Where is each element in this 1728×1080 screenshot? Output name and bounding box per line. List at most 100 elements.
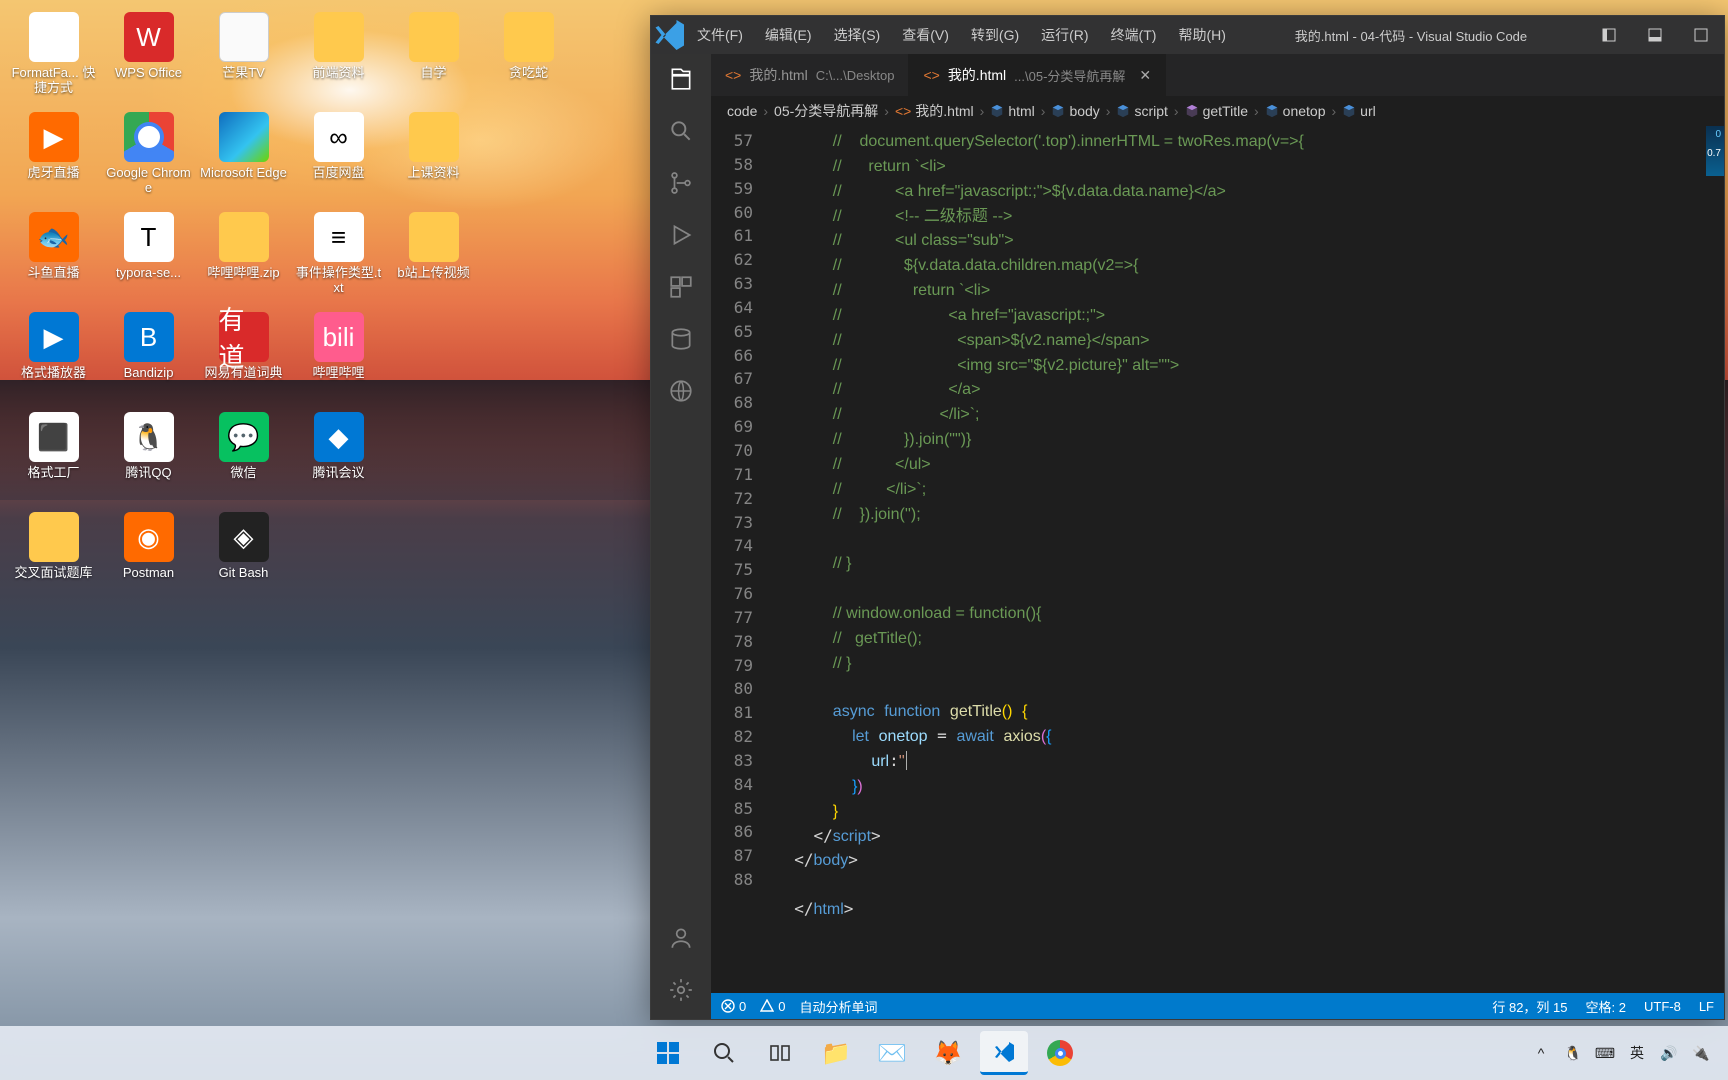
sidebar-right-icon[interactable] [1678, 16, 1724, 54]
desktop-icon[interactable]: ◆腾讯会议 [291, 408, 386, 508]
editor-tab[interactable]: <>我的.html...\05-分类导航再解✕ [909, 54, 1166, 96]
desktop-icon[interactable]: 上课资料 [386, 108, 481, 208]
taskbar-chrome-icon[interactable] [1036, 1031, 1084, 1075]
taskbar-explorer-icon[interactable]: 📁 [812, 1031, 860, 1075]
desktop-icon[interactable]: ◉Postman [101, 508, 196, 608]
app-icon: ⬛ [29, 412, 79, 462]
status-spaces[interactable]: 空格: 2 [1586, 997, 1626, 1016]
desktop-icon[interactable]: Google Chrome [101, 108, 196, 208]
close-icon[interactable]: ✕ [1139, 67, 1151, 84]
titlebar[interactable]: 文件(F)编辑(E)选择(S)查看(V)转到(G)运行(R)终端(T)帮助(H)… [651, 16, 1724, 54]
app-icon: 有道 [219, 312, 269, 362]
desktop-icon[interactable]: FormatFa... 快捷方式 [6, 8, 101, 108]
status-bar[interactable]: 0 0 自动分析单词 行 82，列 15 空格: 2 UTF-8 LF [711, 993, 1724, 1019]
search-icon[interactable] [666, 116, 696, 146]
desktop-icon[interactable]: ◈Git Bash [196, 508, 291, 608]
desktop-icon[interactable]: 前端资料 [291, 8, 386, 108]
breadcrumb[interactable]: code›05-分类导航再解›<>我的.html›html›body›scrip… [711, 96, 1724, 126]
breadcrumb-item[interactable]: html [990, 103, 1034, 119]
remote-icon[interactable] [666, 376, 696, 406]
breadcrumb-item[interactable]: script [1116, 103, 1167, 119]
system-tray[interactable]: ^ 🐧 ⌨ 英 🔊 🔌 [1532, 1044, 1728, 1062]
desktop-icon[interactable]: ▶格式播放器 [6, 308, 101, 408]
menu-item[interactable]: 编辑(E) [755, 19, 822, 51]
desktop-icon[interactable]: ⬛格式工厂 [6, 408, 101, 508]
run-debug-icon[interactable] [666, 220, 696, 250]
extensions-icon[interactable] [666, 272, 696, 302]
desktop-icon[interactable]: 哔哩哔哩.zip [196, 208, 291, 308]
desktop-icon[interactable]: 🐟斗鱼直播 [6, 208, 101, 308]
breadcrumb-item[interactable]: getTitle [1185, 103, 1248, 119]
app-icon [504, 12, 554, 62]
desktop-icon[interactable]: 芒果TV [196, 8, 291, 108]
taskbar-firefox-icon[interactable]: 🦊 [924, 1031, 972, 1075]
code-content[interactable]: // document.querySelector('.top').innerH… [775, 126, 1724, 993]
start-button[interactable] [644, 1031, 692, 1075]
desktop-icon[interactable]: bili哔哩哔哩 [291, 308, 386, 408]
breadcrumb-item[interactable]: body [1051, 103, 1099, 119]
tray-icon[interactable]: 🐧 [1564, 1044, 1582, 1062]
layout-toggle-icon[interactable] [1586, 16, 1632, 54]
database-icon[interactable] [666, 324, 696, 354]
tray-icon[interactable]: ^ [1532, 1044, 1550, 1062]
menu-item[interactable]: 选择(S) [824, 19, 891, 51]
desktop-icon[interactable]: ≡事件操作类型.txt [291, 208, 386, 308]
breadcrumb-item[interactable]: <>我的.html [895, 101, 974, 121]
taskbar-mail-icon[interactable]: ✉️ [868, 1031, 916, 1075]
desktop-icon[interactable]: ∞ 百度网盘 [291, 108, 386, 208]
status-errors[interactable]: 0 [721, 999, 746, 1014]
desktop-icon[interactable]: 贪吃蛇 [481, 8, 576, 108]
breadcrumb-item[interactable]: url [1342, 103, 1376, 119]
menu-item[interactable]: 文件(F) [687, 19, 753, 51]
tray-icon[interactable]: 英 [1628, 1044, 1646, 1062]
desktop-icon[interactable]: 交叉面试题库 [6, 508, 101, 608]
desktop-icon[interactable]: WWPS Office [101, 8, 196, 108]
desktop-icon[interactable]: 有道网易有道词典 [196, 308, 291, 408]
icon-label: 微信 [230, 466, 256, 481]
breadcrumb-item[interactable]: 05-分类导航再解 [774, 101, 878, 121]
status-encoding[interactable]: UTF-8 [1644, 997, 1681, 1016]
icon-label: 前端资料 [312, 66, 364, 81]
icon-label: 百度网盘 [312, 166, 364, 181]
app-icon: ▶ [29, 112, 79, 162]
status-warnings[interactable]: 0 [760, 999, 785, 1014]
desktop-icon[interactable]: Ttypora-se... [101, 208, 196, 308]
desktop-icon[interactable]: 🐧腾讯QQ [101, 408, 196, 508]
desktop-icon[interactable]: Microsoft Edge [196, 108, 291, 208]
status-eol[interactable]: LF [1699, 997, 1714, 1016]
taskbar[interactable]: 📁 ✉️ 🦊 ^ 🐧 ⌨ 英 🔊 🔌 [0, 1026, 1728, 1080]
desktop-icon[interactable]: BBandizip [101, 308, 196, 408]
account-icon[interactable] [666, 923, 696, 953]
source-control-icon[interactable] [666, 168, 696, 198]
window-controls [1586, 16, 1724, 54]
app-icon: ∞ [314, 112, 364, 162]
tray-icon[interactable]: ⌨ [1596, 1044, 1614, 1062]
desktop-icons: FormatFa... 快捷方式WWPS Office芒果TV 前端资料 自学贪吃蛇… [6, 8, 576, 608]
tray-icon[interactable]: 🔊 [1660, 1044, 1678, 1062]
desktop-icon[interactable]: 自学 [386, 8, 481, 108]
status-position[interactable]: 行 82，列 15 [1492, 997, 1567, 1016]
menu-item[interactable]: 帮助(H) [1168, 19, 1235, 51]
taskbar-taskview-icon[interactable] [756, 1031, 804, 1075]
code-editor[interactable]: 57 58 59 60 61 62 63 64 65 66 67 68 69 7… [711, 126, 1724, 993]
status-analyze[interactable]: 自动分析单词 [799, 997, 877, 1016]
menu-item[interactable]: 运行(R) [1031, 19, 1098, 51]
editor-tab[interactable]: <>我的.htmlC:\...\Desktop [711, 54, 909, 96]
menu-item[interactable]: 终端(T) [1101, 19, 1167, 51]
taskbar-search-icon[interactable] [700, 1031, 748, 1075]
minimap[interactable]: 0 0.7 [1706, 126, 1724, 176]
minimap-pct: 0.7 [1707, 148, 1721, 159]
desktop-icon[interactable]: ▶虎牙直播 [6, 108, 101, 208]
desktop-icon[interactable]: 💬微信 [196, 408, 291, 508]
breadcrumb-item[interactable]: code [727, 103, 757, 119]
explorer-icon[interactable] [666, 64, 696, 94]
taskbar-vscode-icon[interactable] [980, 1031, 1028, 1075]
tray-icon[interactable]: 🔌 [1692, 1044, 1710, 1062]
settings-gear-icon[interactable] [666, 975, 696, 1005]
desktop-icon[interactable]: b站上传视频 [386, 208, 481, 308]
breadcrumb-item[interactable]: onetop [1265, 103, 1326, 119]
menu-item[interactable]: 转到(G) [961, 19, 1029, 51]
panel-toggle-icon[interactable] [1632, 16, 1678, 54]
menu-item[interactable]: 查看(V) [892, 19, 959, 51]
chevron-right-icon: › [884, 103, 889, 119]
